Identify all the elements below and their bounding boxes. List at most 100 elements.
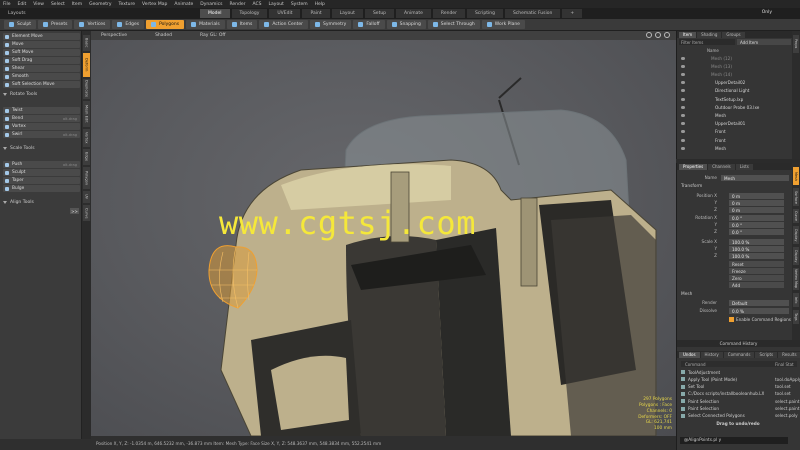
more-tools-button[interactable]: >> [70,208,79,214]
position-z-field[interactable]: 0 m [729,207,784,213]
history-row[interactable]: ToolAdjustment [681,369,795,375]
reset-button[interactable]: Reset [729,261,784,267]
menu-geometry[interactable]: Geometry [89,2,111,7]
menu-render[interactable]: Render [229,2,245,7]
position-y-field[interactable]: 0 m [729,200,784,206]
props-tab-properties[interactable]: Properties [679,163,708,170]
history-tab-history[interactable]: History [700,351,723,358]
history-row[interactable]: Select Connected Polygons select.poly [681,413,798,419]
items-tab-shading[interactable]: Shading [697,31,722,38]
props-vtab-tags[interactable]: Tags [793,310,799,324]
menu-vertex-map[interactable]: Vertex Map [142,2,167,7]
item-name-field[interactable]: Mesh [721,175,789,181]
command-input[interactable]: @AlignPoints.pl y [680,437,788,444]
soft-move-tool-button[interactable]: Soft Move [3,49,80,56]
render-select[interactable]: Default [729,300,789,306]
sculpt-button[interactable]: Sculpt [4,20,37,29]
zero-button[interactable]: Zero [729,275,784,281]
vtab-deform[interactable]: Deform [83,53,90,77]
menu-view[interactable]: View [33,2,44,7]
history-row[interactable]: Set Tool tool.set [681,384,795,390]
vtab-basic[interactable]: Basic [83,35,90,51]
add-layout-button[interactable]: + [562,9,583,18]
smooth-tool-button[interactable]: Smooth [3,73,80,80]
vtab-curve[interactable]: Curve [83,205,90,221]
history-tab-results[interactable]: Results [778,351,800,358]
shear-tool-button[interactable]: Shear [3,65,80,72]
vtab-uv[interactable]: UV [83,191,90,203]
history-row[interactable]: Apply Tool (Point Mode) tool.doApply [681,376,800,382]
add-item-button[interactable]: Add Item [737,39,791,45]
props-vtab-mesh[interactable]: Mesh [793,167,799,185]
add-button[interactable]: Add [729,282,784,288]
vtab-vertex[interactable]: Vertex [83,129,90,147]
item-row[interactable]: Front [681,137,789,143]
item-row[interactable]: Mesh (14) [681,71,789,77]
materials-button[interactable]: Materials [186,20,225,29]
select-through-button[interactable]: Select Through [427,20,480,29]
history-tab-scripts[interactable]: Scripts [755,351,778,358]
move-tool-button[interactable]: Move [3,41,80,48]
presets-button[interactable]: Presets [38,20,73,29]
visibility-eye-icon[interactable] [681,122,685,126]
checkbox-icon[interactable] [729,316,734,322]
enable-command-regions-row[interactable]: Enable Command Regions [729,316,791,322]
soft-selection-move-tool-button[interactable]: Soft Selection Move [3,81,80,88]
history-tab-commands[interactable]: Commands [723,351,755,358]
raygl-toggle[interactable]: Ray GL: Off [200,33,225,38]
layout-tab-topology[interactable]: Topology [231,9,268,18]
item-row[interactable]: Outdoor Probe 03.lxe [681,104,789,110]
item-row[interactable]: TextSetup.lxp [681,96,789,102]
rotation-y-field[interactable]: 0.0 ° [729,222,784,228]
visibility-eye-icon[interactable] [681,105,685,109]
props-vtab-surface[interactable]: Surface [793,188,799,206]
snapping-button[interactable]: Snapping [386,20,426,29]
layout-tab-setup[interactable]: Setup [364,9,395,18]
history-row[interactable]: C:/Docs scripts/installbooleanhub.LX tool… [681,391,795,397]
rotation-z-field[interactable]: 0.0 ° [729,229,784,235]
menu-system[interactable]: System [291,2,308,7]
filter-items-field[interactable]: Filter Items [679,39,735,45]
falloff-button[interactable]: Falloff [353,20,385,29]
view-zoom-icon[interactable] [664,32,670,38]
vtab-duplicate[interactable]: Duplicate [83,79,90,99]
bulge-tool-button[interactable]: Bulge [3,185,80,192]
items-tab-groups[interactable]: Groups [722,31,745,38]
transform-header[interactable]: Transform [681,184,702,189]
visibility-eye-icon[interactable] [681,56,685,60]
shading-mode-menu[interactable]: Shaded [155,33,172,38]
props-tab-lists[interactable]: Lists [735,163,753,170]
layout-tab-render[interactable]: Render [432,9,465,18]
work-plane-button[interactable]: Work Plane [481,20,525,29]
rotation-x-field[interactable]: 0.0 ° [729,215,784,221]
layouts-menu[interactable]: Layouts [0,11,50,16]
bend-tool-button[interactable]: Bend alt-drag [3,115,80,122]
menu-dynamics[interactable]: Dynamics [200,2,222,7]
menu-item[interactable]: Item [72,2,82,7]
vtab-mesh-edit[interactable]: Mesh Edit [83,101,90,127]
element-move-tool-button[interactable]: Element Move [3,33,80,40]
scale-tools-header[interactable]: Scale Tools [3,145,81,151]
visibility-eye-icon[interactable] [681,138,685,142]
item-row[interactable]: UpperDetail02 [681,80,789,86]
visibility-eye-icon[interactable] [681,72,685,76]
items-button[interactable]: Items [226,20,258,29]
taper-tool-button[interactable]: Taper [3,177,80,184]
scale-y-field[interactable]: 100.0 % [729,246,784,252]
freeze-button[interactable]: Freeze [729,268,784,274]
layout-tab-uvedit[interactable]: UVEdit [269,9,301,18]
align-tools-header[interactable]: Align Tools [3,199,81,205]
props-vtab-display[interactable]: Display [793,247,799,265]
item-row[interactable]: Mesh (13) [681,63,789,69]
dissolve-field[interactable]: 0.0 % [729,308,789,314]
twist-tool-button[interactable]: Twist [3,107,80,114]
view-move-icon[interactable] [646,32,652,38]
rotate-tools-header[interactable]: Rotate Tools [3,91,81,97]
items-tab-item[interactable]: Item [679,31,697,38]
mesh-header[interactable]: Mesh [681,292,692,297]
push-tool-button[interactable]: Push alt-drag [3,161,80,168]
layout-tab-schematic-fusion[interactable]: Schematic Fusion [504,9,561,18]
scale-z-field[interactable]: 100.0 % [729,253,784,259]
vtab-edge[interactable]: Edge [83,149,90,165]
item-row[interactable]: UpperDetail01 [681,121,789,127]
